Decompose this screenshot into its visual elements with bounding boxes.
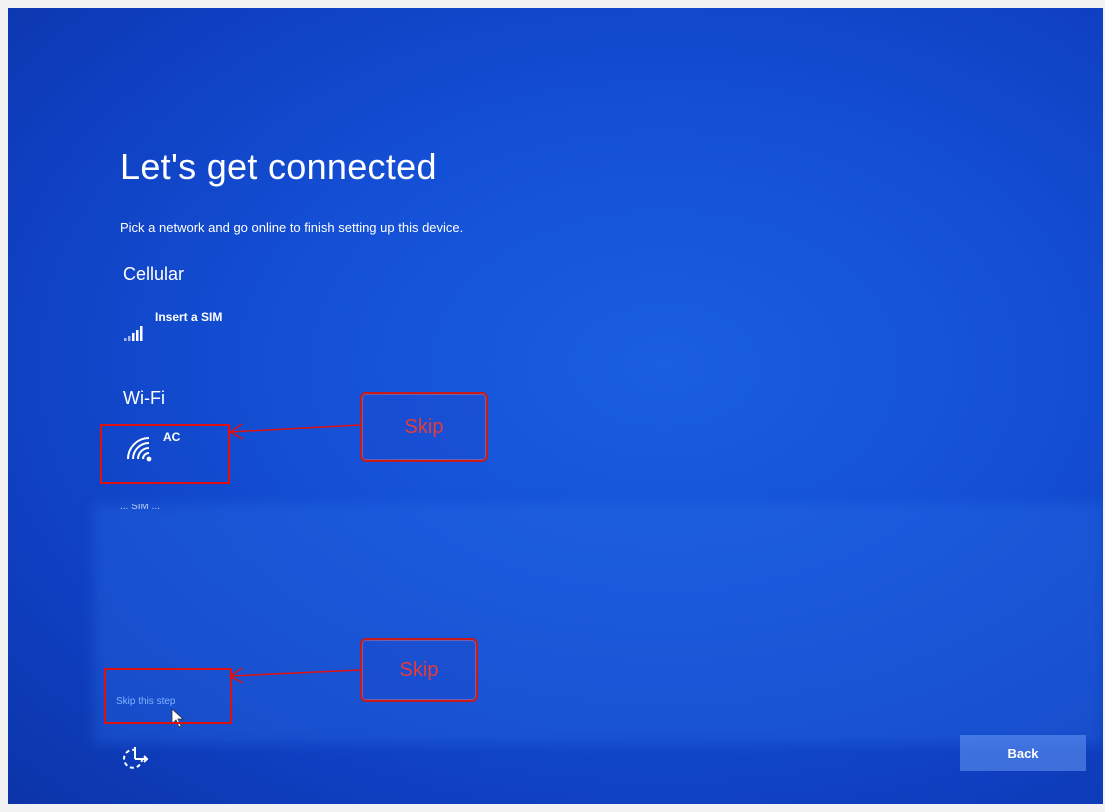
- insert-sim-text: Insert a SIM: [155, 310, 223, 324]
- cellular-item: Insert a SIM: [123, 310, 323, 354]
- back-button[interactable]: Back: [960, 735, 1086, 771]
- wifi-section-label: Wi-Fi: [123, 388, 165, 408]
- cellular-signal-icon: [124, 326, 143, 341]
- annotation-callout-top: Skip: [360, 392, 488, 462]
- blurred-region: [94, 504, 1103, 744]
- page-subtitle: Pick a network and go online to finish s…: [120, 220, 464, 235]
- partially-hidden-network: ... SIM ...: [120, 504, 161, 510]
- cellular-section-label: Cellular: [123, 264, 185, 284]
- annotation-callout-bottom: Skip: [360, 638, 478, 702]
- annotation-box-skip: [104, 668, 232, 724]
- page-title: Let's get connected: [120, 146, 437, 187]
- annotation-box-wifi: [100, 424, 230, 484]
- ease-of-access-icon[interactable]: [120, 744, 150, 774]
